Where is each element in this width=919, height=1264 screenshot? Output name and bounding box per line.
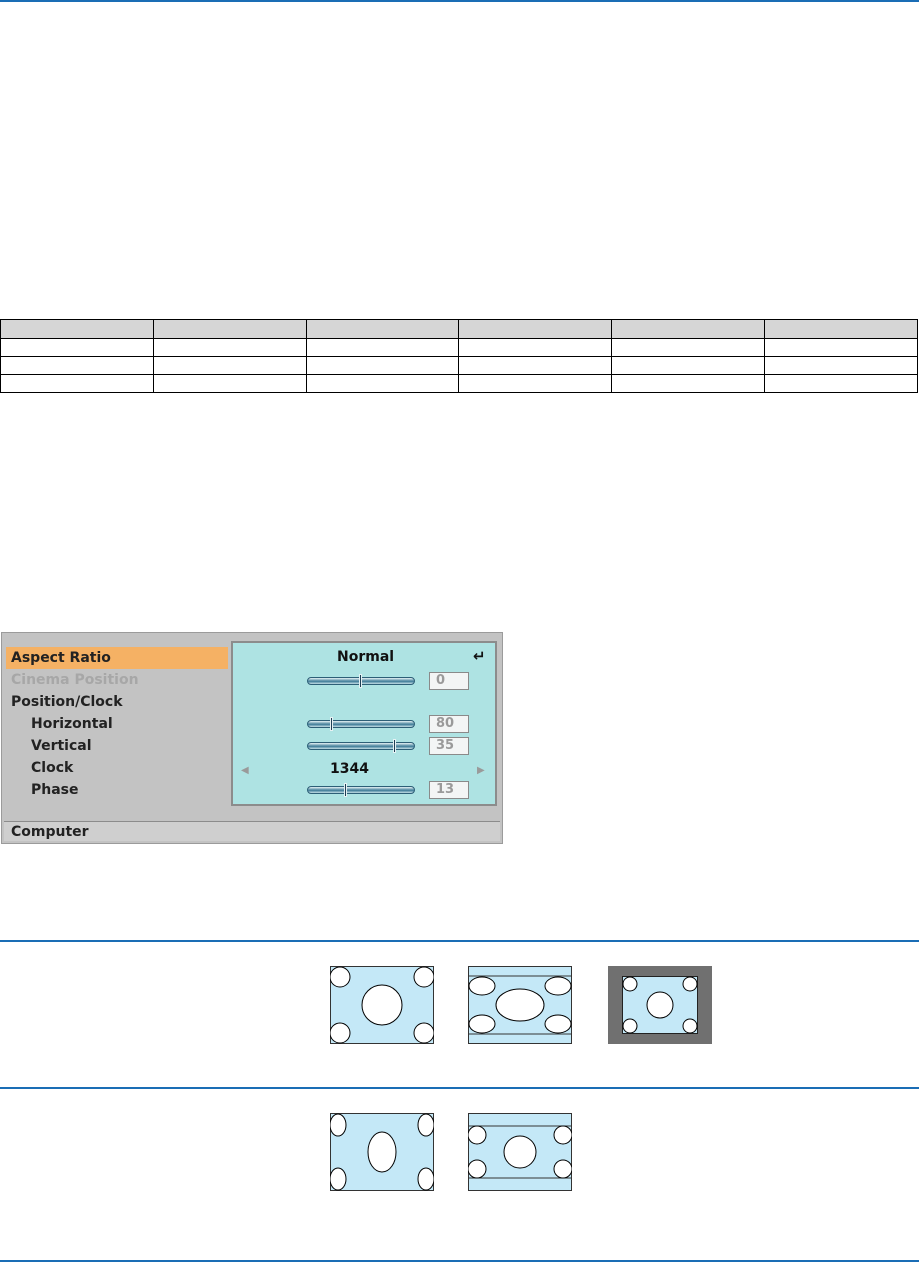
section-divider xyxy=(0,1087,919,1089)
right-arrow-icon[interactable]: ▶ xyxy=(477,765,485,776)
menu-item-vertical[interactable]: Vertical xyxy=(7,735,92,757)
squeeze-diagram xyxy=(330,1113,434,1191)
clock-value: 1344 xyxy=(330,761,369,777)
slider-knob xyxy=(359,674,362,688)
slider-knob[interactable] xyxy=(344,783,347,797)
spec-table xyxy=(0,319,918,393)
cinema-position-value: 0 xyxy=(429,672,469,690)
slider-knob[interactable] xyxy=(330,717,333,731)
osd-menu: Aspect Ratio Cinema Position Position/Cl… xyxy=(1,632,503,844)
cinema-position-slider xyxy=(307,674,415,688)
settings-panel: Normal ↵ 0 80 35 ◀ 1344 ▶ 13 xyxy=(231,641,497,806)
normal-aspect-diagram xyxy=(330,966,434,1044)
phase-value: 13 xyxy=(429,781,469,799)
menu-item-aspect-ratio[interactable]: Aspect Ratio xyxy=(6,647,228,669)
horizontal-slider[interactable] xyxy=(307,717,415,731)
menu-item-position-clock[interactable]: Position/Clock xyxy=(11,691,123,713)
table-header-row xyxy=(0,319,918,339)
vertical-slider[interactable] xyxy=(307,739,415,753)
menu-item-horizontal[interactable]: Horizontal xyxy=(7,713,113,735)
aspect-ratio-value[interactable]: Normal xyxy=(337,649,394,665)
menu-item-phase[interactable]: Phase xyxy=(7,779,79,801)
zoom-diagram xyxy=(468,1113,572,1191)
menu-footer: Computer xyxy=(4,821,500,841)
enter-icon: ↵ xyxy=(473,647,486,665)
bottom-divider xyxy=(0,1260,919,1262)
section-divider xyxy=(0,940,919,942)
vertical-value: 35 xyxy=(429,737,469,755)
table-row xyxy=(0,356,918,375)
slider-knob[interactable] xyxy=(393,739,396,753)
left-arrow-icon[interactable]: ◀ xyxy=(241,765,249,776)
menu-item-clock[interactable]: Clock xyxy=(7,757,73,779)
phase-slider[interactable] xyxy=(307,783,415,797)
table-row xyxy=(0,338,918,357)
menu-item-cinema-position: Cinema Position xyxy=(11,672,139,688)
table-row xyxy=(0,374,918,393)
horizontal-value: 80 xyxy=(429,715,469,733)
top-divider xyxy=(0,0,919,2)
native-aspect-diagram xyxy=(608,966,712,1044)
letterbox-diagram xyxy=(468,966,572,1044)
